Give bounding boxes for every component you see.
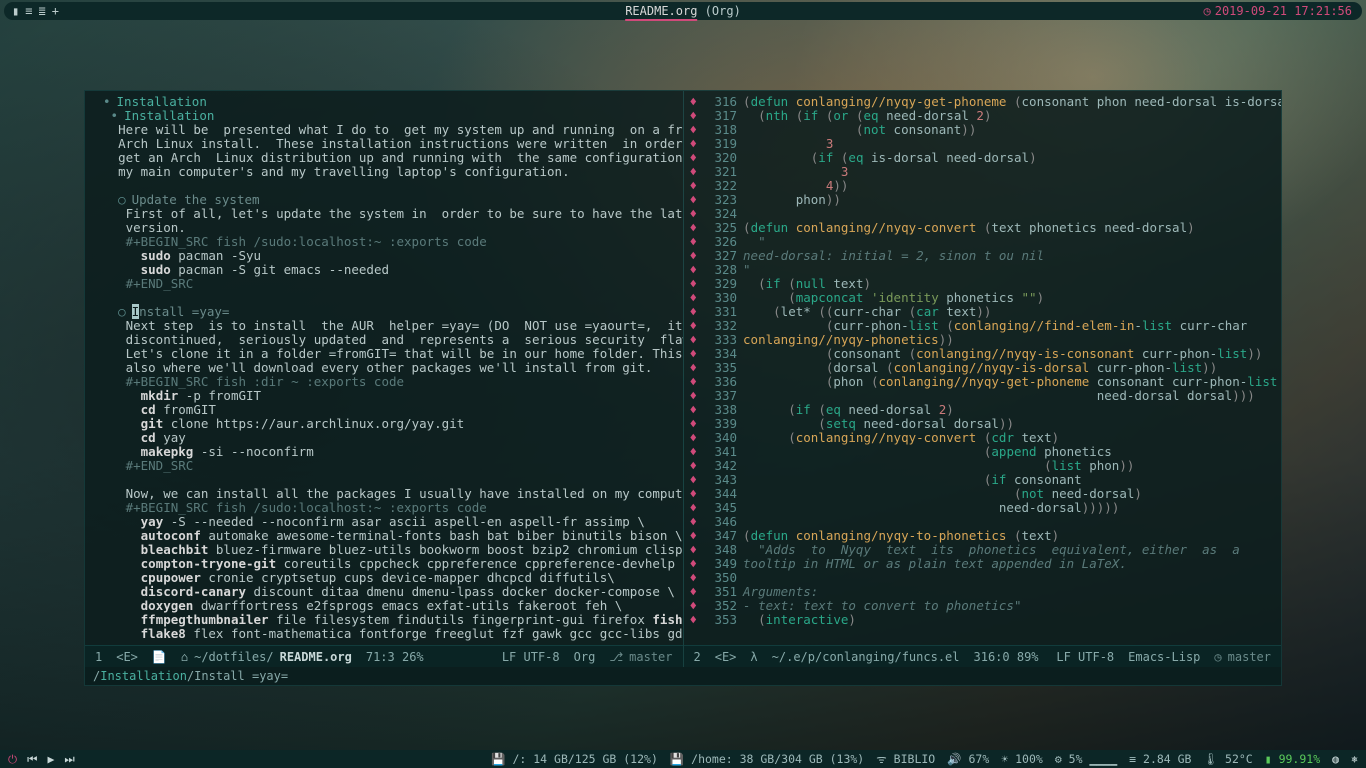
git-branch: master xyxy=(629,650,672,664)
title-mode: (Org) xyxy=(705,4,741,18)
evil-state: <E> xyxy=(715,650,737,664)
volume[interactable]: 🔊 67% xyxy=(947,752,989,766)
branch-icon: ⎇ xyxy=(609,650,623,664)
window-title: README.org (Org) xyxy=(625,4,741,18)
brightness[interactable]: ☀ 100% xyxy=(1001,752,1043,766)
clock-text: 2019-09-21 17:21:56 xyxy=(1215,4,1352,18)
echo-area: /Installation/Install =yay= xyxy=(85,667,1281,685)
major-mode: Org xyxy=(574,650,596,664)
encoding: LF UTF-8 xyxy=(502,650,560,664)
ram: ≡ 2.84 GB xyxy=(1129,752,1191,766)
breadcrumb: Install =yay= xyxy=(194,669,288,683)
layout-grid-icon[interactable]: ≡ xyxy=(25,4,32,18)
discord-icon[interactable]: ◍ xyxy=(1332,752,1339,766)
clock-icon: ◷ xyxy=(1203,4,1210,18)
buffer-path: ~/.e/p/conlanging/funcs.el xyxy=(772,650,960,664)
layout-stack-icon[interactable]: ≣ xyxy=(38,4,45,18)
win-number: 2 xyxy=(694,650,701,664)
cpu: ⚙ 5% ▁▁▁▁ xyxy=(1055,752,1117,766)
win-number: 1 xyxy=(95,650,102,664)
wifi: ᯤ BIBLIO xyxy=(876,752,935,767)
battery: ▮ 99.91% xyxy=(1265,752,1320,766)
clock: ◷ 2019-09-21 17:21:56 xyxy=(1203,4,1352,18)
left-modeline: 1 <E> 📄 ⌂ ~/dotfiles/README.org 71:3 26%… xyxy=(85,645,683,667)
media-next-icon[interactable]: ⏭ xyxy=(64,752,74,767)
folder-icon: ⌂ xyxy=(181,650,188,664)
layout-tall-icon[interactable]: ▮ xyxy=(12,4,19,18)
split-panes: •Installation •Installation Here will be… xyxy=(85,91,1281,667)
git-branch: master xyxy=(1228,650,1271,664)
right-pane[interactable]: ♦316(defun conlanging//nyqy-get-phoneme … xyxy=(683,91,1282,667)
emacs-frame: •Installation •Installation Here will be… xyxy=(84,90,1282,686)
evil-state: <E> xyxy=(116,650,138,664)
title-filename: README.org xyxy=(625,4,697,21)
left-buffer[interactable]: •Installation •Installation Here will be… xyxy=(85,91,683,645)
taskbar: ⏻ ⏮ ▶ ⏭ 💾 /: 14 GB/125 GB (12%) 💾 /home:… xyxy=(0,750,1366,768)
temp: 🌡 52°C xyxy=(1203,752,1252,766)
location-icon[interactable]: ⎈ xyxy=(1351,752,1358,766)
position: 316:0 89% xyxy=(974,650,1039,664)
new-window-icon[interactable]: + xyxy=(52,4,59,18)
elisp-icon: λ xyxy=(750,650,757,664)
power-icon[interactable]: ⏻ xyxy=(8,752,17,767)
right-modeline: 2 <E> λ ~/.e/p/conlanging/funcs.el 316:0… xyxy=(684,645,1282,667)
right-buffer[interactable]: ♦316(defun conlanging//nyqy-get-phoneme … xyxy=(684,91,1282,645)
disk-root: 💾 /: 14 GB/125 GB (12%) xyxy=(491,752,658,766)
left-pane[interactable]: •Installation •Installation Here will be… xyxy=(85,91,683,667)
titlebar: ▮ ≡ ≣ + README.org (Org) ◷ 2019-09-21 17… xyxy=(4,2,1362,20)
disk-home: 💾 /home: 38 GB/304 GB (13%) xyxy=(670,752,864,766)
buffer-path: ⌂ ~/dotfiles/README.org xyxy=(181,650,352,664)
major-mode: Emacs-Lisp xyxy=(1128,650,1200,664)
position: 71:3 26% xyxy=(366,650,424,664)
media-play-icon[interactable]: ▶ xyxy=(47,752,54,766)
media-prev-icon[interactable]: ⏮ xyxy=(27,752,37,767)
breadcrumb: Installation xyxy=(100,669,187,683)
org-icon: 📄 xyxy=(152,650,167,664)
layout-icons[interactable]: ▮ ≡ ≣ + xyxy=(12,4,59,18)
branch-icon: ◷ xyxy=(1214,650,1221,664)
encoding: LF UTF-8 xyxy=(1056,650,1114,664)
